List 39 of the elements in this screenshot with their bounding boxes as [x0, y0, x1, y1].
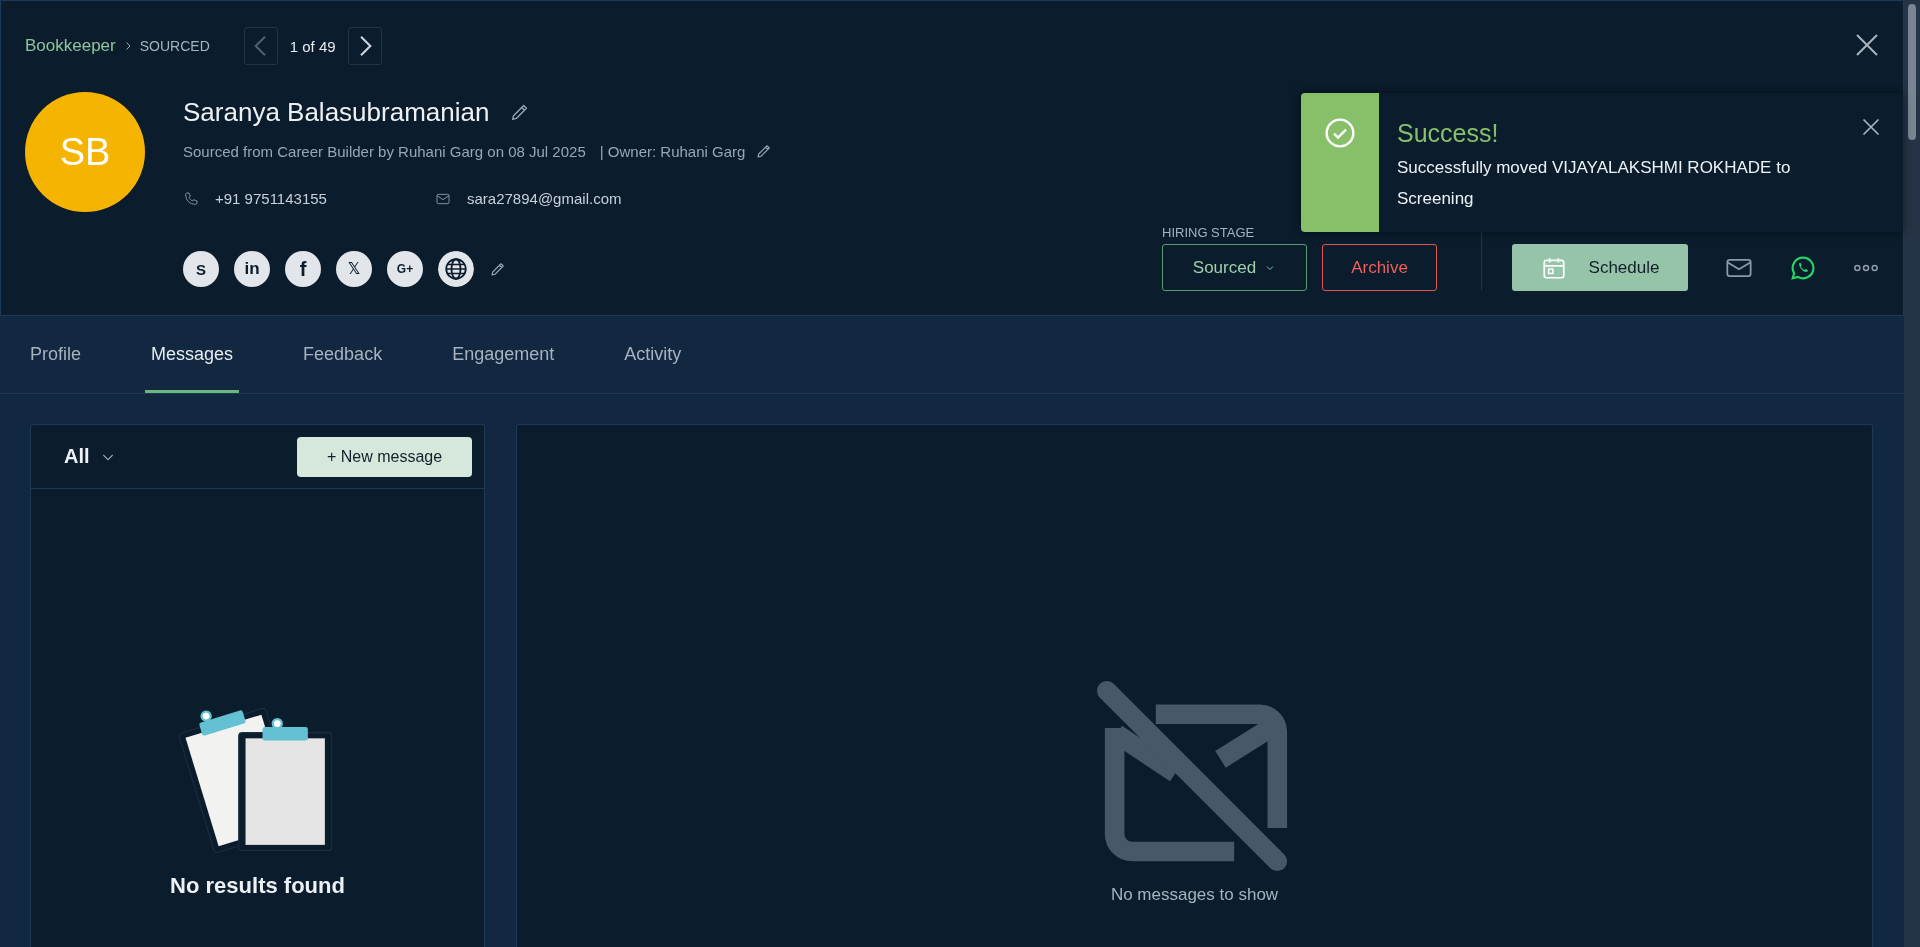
hiring-stage-label: HIRING STAGE: [1162, 225, 1256, 240]
tab[interactable]: Engagement: [452, 319, 555, 393]
toast-message: Successfully moved VIJAYALAKSHMI ROKHADE to Screening: [1397, 157, 1792, 210]
page-position: 1 of 49: [289, 37, 336, 55]
scrollbar[interactable]: [1904, 0, 1920, 947]
toast-title: Success!: [1397, 119, 1500, 148]
tab[interactable]: Profile: [30, 319, 82, 393]
stage-dropdown[interactable]: Sourced: [1162, 244, 1307, 291]
globe-icon[interactable]: [438, 251, 474, 287]
previous-button[interactable]: [243, 27, 278, 65]
x-icon[interactable]: 𝕏: [336, 251, 372, 287]
linkedin-icon[interactable]: in: [234, 251, 270, 287]
email-address[interactable]: sara27894@gmail.com: [467, 190, 622, 207]
skype-icon[interactable]: S: [183, 251, 219, 287]
candidate-name: Saranya Balasubramanian: [183, 96, 490, 128]
close-icon[interactable]: [1861, 117, 1881, 137]
schedule-button[interactable]: Schedule: [1512, 244, 1688, 291]
close-icon[interactable]: [1855, 33, 1879, 57]
edit-icon[interactable]: [489, 260, 507, 278]
google-plus-icon[interactable]: G+: [387, 251, 423, 287]
filter-dropdown[interactable]: All: [64, 445, 116, 468]
facebook-icon[interactable]: f: [285, 251, 321, 287]
empty-state-text: No results found: [170, 873, 345, 899]
avatar: SB: [25, 92, 145, 212]
phone-number: +91 9751143155: [215, 190, 327, 207]
breadcrumb-link[interactable]: Bookkeeper: [25, 36, 116, 56]
new-message-button[interactable]: + New message: [297, 436, 472, 477]
check-circle-icon: [1324, 117, 1356, 149]
empty-state-text: No messages to show: [1110, 885, 1279, 905]
tab[interactable]: Messages: [145, 319, 240, 393]
next-button[interactable]: [347, 27, 382, 65]
archive-button[interactable]: Archive: [1322, 244, 1437, 291]
tab[interactable]: Activity: [624, 319, 682, 393]
whatsapp-icon[interactable]: [1790, 254, 1816, 281]
owner-info: | Owner: Ruhani Garg: [599, 142, 746, 160]
breadcrumb-stage: SOURCED: [139, 38, 210, 54]
phone-icon: [183, 190, 199, 207]
source-info: Sourced from Career Builder by Ruhani Garg on 08 Jul 2025: [183, 142, 586, 160]
tab[interactable]: Feedback: [303, 319, 383, 393]
